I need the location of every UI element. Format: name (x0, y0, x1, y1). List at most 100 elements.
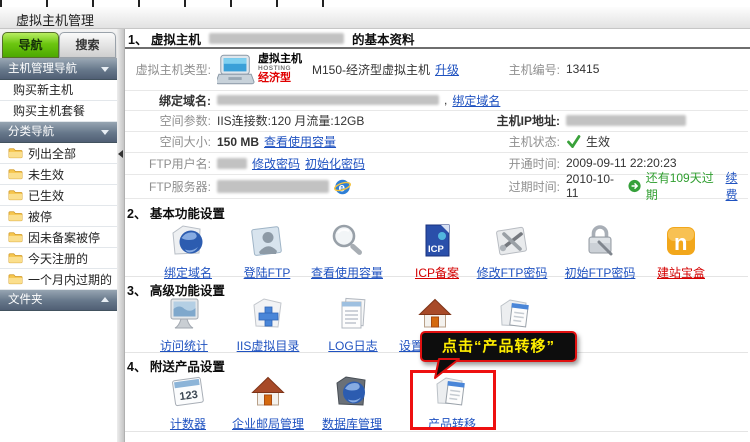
page-title: 虚拟主机管理 (16, 10, 94, 29)
svg-text:ICP: ICP (428, 244, 445, 255)
folder-icon (8, 147, 23, 159)
host-no-value: 13415 (566, 62, 748, 76)
feature-visit-stats[interactable]: 访问统计 (140, 294, 228, 354)
ftp-server-label: FTP服务器: (125, 178, 217, 195)
sidebar-splitter[interactable] (117, 29, 125, 442)
feature-iis-virtual-dir[interactable]: IIS虚拟目录 (224, 294, 312, 354)
space-size-label: 空间大小: (125, 133, 217, 150)
chevron-down-icon (101, 130, 109, 135)
logo-line1: 虚拟主机 (258, 54, 302, 65)
redacted-ftp-user (217, 158, 247, 169)
host-type-label: 虚拟主机类型: (125, 61, 217, 78)
host-status-label: 主机状态: (464, 133, 566, 150)
folder-icon (8, 231, 23, 243)
chevron-down-icon (101, 67, 109, 72)
database-globe-icon (332, 372, 372, 412)
title-bar: 虚拟主机管理 (0, 7, 750, 29)
green-arrow-icon (628, 179, 641, 193)
sidebar-item-buy-package[interactable]: 购买主机套餐 (0, 101, 117, 122)
section-host-management[interactable]: 主机管理导航 (0, 59, 117, 80)
basic-info-title-prefix: 1、 虚拟主机 (128, 29, 201, 48)
feature-enterprise-mail[interactable]: 企业邮局管理 (224, 372, 312, 432)
log-document-icon (333, 294, 373, 334)
renew-link[interactable]: 续费 (726, 169, 748, 203)
sidebar-item-expiring-month[interactable]: 一个月内过期的 (0, 269, 117, 290)
sidebar-item-inactive[interactable]: 未生效 (0, 164, 117, 185)
counter-123-icon: 123 (168, 372, 208, 412)
sidebar-item-active[interactable]: 已生效 (0, 185, 117, 206)
feature-sitebox[interactable]: n 建站宝盒 (637, 221, 725, 281)
domain-separator: , (444, 93, 447, 107)
space-params-label: 空间参数: (125, 112, 217, 129)
sitebox-n-icon: n (661, 221, 701, 261)
feature-view-capacity[interactable]: 查看使用容量 (303, 221, 391, 281)
svg-text:123: 123 (179, 389, 199, 403)
sidebar-item-registered-today[interactable]: 今天注册的 (0, 248, 117, 269)
logo-line3: 经济型 (258, 73, 302, 84)
magnifier-icon (327, 221, 367, 261)
open-time-value: 2009-09-11 22:20:23 (566, 156, 748, 170)
collapse-arrow-icon (118, 150, 123, 158)
row-host-type: 虚拟主机类型: 虚拟主机 HOSTING 经济型 M150-经济型虚拟主机 升级 (125, 48, 748, 91)
section-category-nav[interactable]: 分类导航 (0, 122, 117, 143)
expire-date: 2010-10-11 (566, 172, 623, 200)
stats-monitor-icon (164, 294, 204, 334)
row-ftp-server: FTP服务器: e 过期时间: 2010-10-11 还有109天过期 续费 (125, 174, 748, 199)
expire-time-label: 过期时间: (464, 178, 566, 195)
sidebar-item-stopped[interactable]: 被停 (0, 206, 117, 227)
folder-icon (8, 189, 23, 201)
feature-login-ftp[interactable]: 登陆FTP (223, 221, 311, 281)
feature-log[interactable]: LOG日志 (309, 294, 397, 354)
tools-icon (492, 221, 532, 261)
hosting-logo: 虚拟主机 HOSTING 经济型 (217, 53, 302, 86)
open-time-label: 开通时间: (464, 155, 566, 172)
row-space-params: 空间参数: IIS连接数:120 月流量:12GB 主机IP地址: (125, 110, 748, 132)
space-size-value: 150 MB (217, 135, 259, 149)
folder-icon (8, 252, 23, 264)
folder-icon (8, 210, 23, 222)
row-space-size: 空间大小: 150 MB 查看使用容量 主机状态: 生效 (125, 131, 748, 153)
domain-label: 绑定域名: (125, 92, 217, 109)
host-ip-label: 主机IP地址: (464, 112, 566, 129)
feature-bind-domain[interactable]: 绑定域名 (144, 221, 232, 281)
tab-search[interactable]: 搜索 (59, 32, 116, 58)
globe-folder-icon (168, 221, 208, 261)
tab-navigation[interactable]: 导航 (2, 32, 59, 58)
init-password-link[interactable]: 初始化密码 (305, 155, 365, 172)
redacted-hostname (209, 33, 344, 44)
basic-info-title-suffix: 的基本资料 (352, 29, 415, 48)
sidebar-item-list-all[interactable]: 列出全部 (0, 143, 117, 164)
section-folders[interactable]: 文件夹 (0, 290, 117, 311)
feature-modify-ftp-password[interactable]: 修改FTP密码 (468, 221, 556, 281)
feature-database[interactable]: 数据库管理 (308, 372, 396, 432)
expire-note: 还有109天过期 (646, 169, 721, 203)
basic-info-header: 1、 虚拟主机 的基本资料 (125, 30, 750, 49)
sidebar-item-buy-host[interactable]: 购买新主机 (0, 80, 117, 101)
folder-icon (8, 273, 23, 285)
basic-features-title: 2、 基本功能设置 (127, 203, 225, 222)
view-capacity-link[interactable]: 查看使用容量 (264, 133, 336, 150)
feature-init-ftp-password[interactable]: 初始FTP密码 (556, 221, 644, 281)
folder-icon (8, 168, 23, 180)
sidebar-tabs: 导航 搜索 (0, 29, 117, 59)
lock-icon (580, 221, 620, 261)
virtual-host-manager-window: 虚拟主机管理 导航 搜索 主机管理导航 购买新主机 购买主机套餐 分类导航 列出… (0, 0, 750, 442)
chevron-up-icon (101, 297, 109, 302)
bind-domain-link[interactable]: 绑定域名 (452, 92, 500, 109)
host-status-value: 生效 (586, 133, 610, 150)
redacted-ip (566, 115, 686, 126)
row-domain: 绑定域名: , 绑定域名 (125, 90, 748, 111)
callout-tail (433, 358, 461, 380)
file-transfer-icon (496, 294, 536, 334)
mail-house-icon (248, 372, 288, 412)
sidebar-item-stopped-no-icp[interactable]: 因未备案被停 (0, 227, 117, 248)
upgrade-link[interactable]: 升级 (435, 61, 459, 78)
modify-password-link[interactable]: 修改密码 (252, 155, 300, 172)
feature-counter[interactable]: 123 计数器 (144, 372, 232, 432)
laptop-icon (217, 53, 255, 86)
ie-browser-icon[interactable]: e (334, 178, 351, 195)
folder-plus-icon (248, 294, 288, 334)
icp-document-icon: ICP (417, 221, 457, 261)
svg-text:n: n (674, 230, 687, 255)
space-params-value: IIS连接数:120 月流量:12GB (217, 112, 464, 129)
